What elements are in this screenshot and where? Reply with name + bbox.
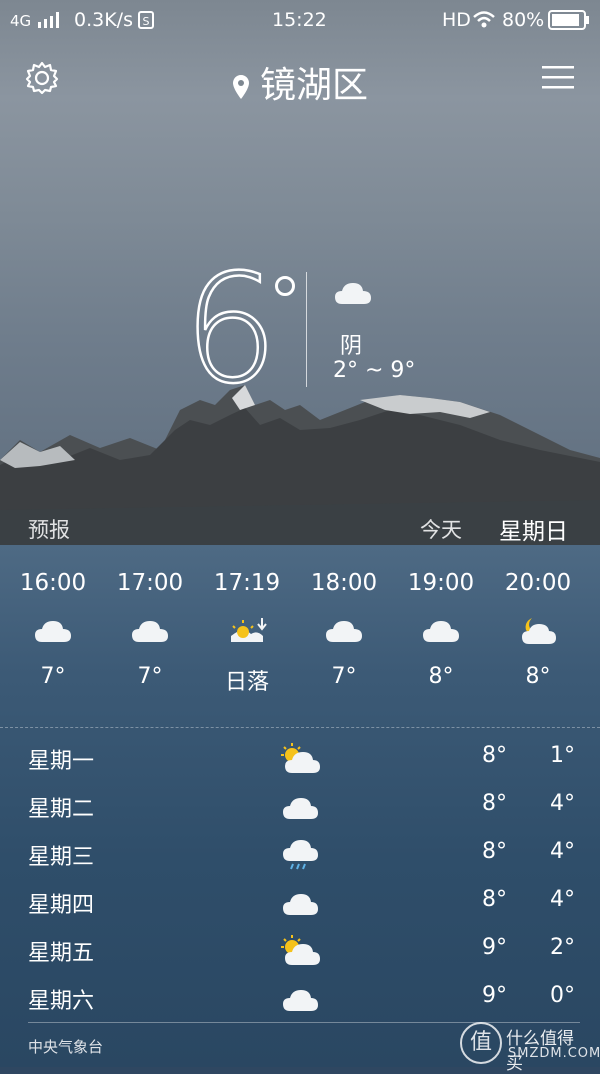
network-type: 4G	[10, 12, 32, 30]
sun-cloud-icon	[281, 935, 320, 965]
moon-cloud-icon	[522, 618, 556, 644]
hd-indicator: HD	[442, 9, 471, 31]
hour-time: 18:00	[310, 570, 378, 596]
app-header: 镜湖区	[0, 50, 600, 110]
day-name: 星期三	[28, 845, 95, 870]
day-row: 星期六 9° 0°	[0, 975, 600, 1023]
day-row: 星期三 8° 4°	[0, 831, 600, 879]
hour-time: 19:00	[407, 570, 475, 596]
city-title[interactable]: 镜湖区	[0, 56, 600, 108]
day-row: 星期二 8° 4°	[0, 783, 600, 831]
data-source[interactable]: 中央气象台	[28, 1036, 103, 1057]
day-low: 2°	[550, 935, 575, 960]
forecast-label: 预报	[28, 518, 70, 542]
cloud-icon	[335, 283, 371, 304]
hour-item: 18:00 7°	[296, 570, 392, 689]
hour-time: 17:19	[213, 570, 281, 596]
cloud-icon	[283, 894, 318, 915]
sun-cloud-icon	[281, 743, 320, 773]
day-name: 星期六	[28, 989, 95, 1014]
day-high: 8°	[482, 839, 507, 864]
sunset-icon	[231, 618, 267, 642]
svg-text:S: S	[143, 15, 150, 28]
location-pin-icon	[232, 75, 249, 99]
sunset-label: 日落	[224, 670, 269, 695]
wifi-icon	[473, 11, 495, 28]
temperature-range: 2° ~ 9°	[333, 358, 416, 383]
rain-cloud-icon	[283, 840, 318, 870]
watermark-logo: 值	[460, 1022, 502, 1064]
day-low: 4°	[550, 839, 575, 864]
cloud-icon	[283, 798, 318, 819]
cloud-icon	[423, 621, 459, 642]
day-low: 4°	[550, 887, 575, 912]
day-low: 1°	[550, 743, 575, 768]
cloud-icon	[132, 621, 168, 642]
city-name: 镜湖区	[259, 65, 368, 106]
watermark-url: SMZDM.COM	[508, 1046, 600, 1061]
hour-item: 17:19 日落	[199, 570, 295, 696]
divider	[306, 272, 307, 387]
cloud-icon	[326, 621, 362, 642]
day-high: 9°	[482, 983, 507, 1008]
hour-time: 20:00	[504, 570, 572, 596]
day-high: 9°	[482, 935, 507, 960]
hour-temperature: 7°	[40, 664, 66, 689]
day-name: 星期五	[28, 941, 95, 966]
day-name: 星期一	[28, 749, 95, 774]
menu-icon[interactable]	[542, 64, 574, 92]
day-name: 星期二	[28, 797, 95, 822]
day-high: 8°	[482, 743, 507, 768]
current-temperature: 6	[182, 243, 280, 417]
signal-icon	[38, 12, 59, 28]
status-bar: 4G 0.3K/s S 15:22 HD 80%	[0, 0, 600, 40]
hour-item: 16:00 7°	[5, 570, 101, 689]
sim-icon: S	[138, 11, 154, 29]
cloud-icon	[283, 990, 318, 1011]
hour-item: 20:00 8°	[490, 570, 586, 689]
hour-temperature: 8°	[525, 664, 551, 689]
cloud-icon	[35, 621, 71, 642]
day-low: 0°	[550, 983, 575, 1008]
hour-time: 17:00	[116, 570, 184, 596]
day-of-week-label: 星期日	[499, 519, 568, 545]
day-row: 星期五 9° 2°	[0, 927, 600, 975]
battery-level: 80%	[502, 9, 545, 31]
day-name: 星期四	[28, 893, 95, 918]
day-row: 星期一 8° 1°	[0, 735, 600, 783]
watermark: 值 什么值得买 SMZDM.COM	[460, 1022, 600, 1074]
day-high: 8°	[482, 791, 507, 816]
hour-temperature: 8°	[428, 664, 454, 689]
hour-temperature: 7°	[137, 664, 163, 689]
hour-item: 19:00 8°	[393, 570, 489, 689]
degree-symbol	[275, 276, 295, 296]
network-speed: 0.3K/s	[74, 9, 133, 31]
battery-icon	[548, 10, 589, 30]
hour-item: 17:00 7°	[102, 570, 198, 689]
dashed-divider	[0, 727, 600, 728]
hour-time: 16:00	[19, 570, 87, 596]
day-row: 星期四 8° 4°	[0, 879, 600, 927]
current-condition: 阴	[340, 334, 363, 359]
clock: 15:22	[272, 9, 327, 31]
hour-temperature: 7°	[331, 664, 357, 689]
day-low: 4°	[550, 791, 575, 816]
today-label: 今天	[420, 518, 462, 542]
day-high: 8°	[482, 887, 507, 912]
